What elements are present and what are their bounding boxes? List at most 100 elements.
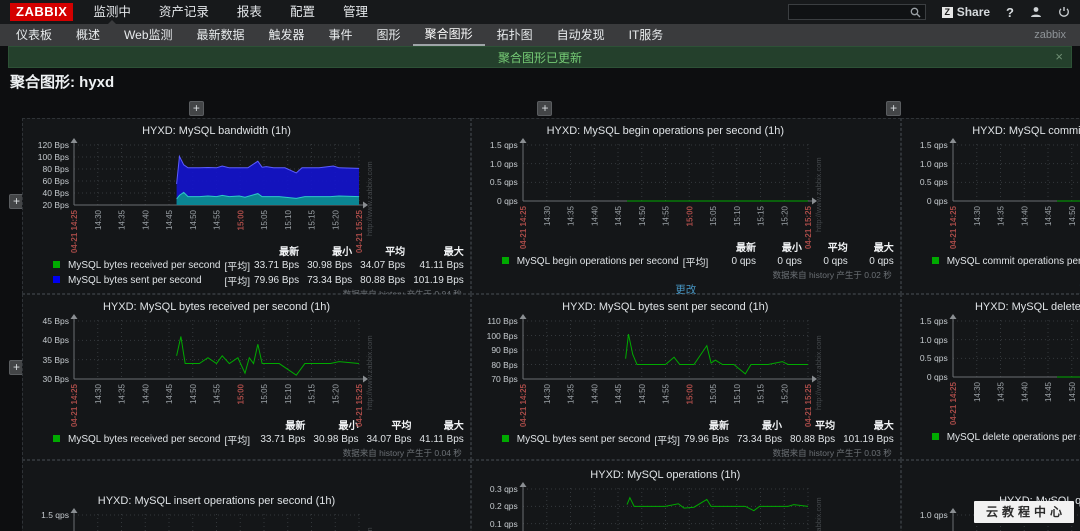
svg-text:14:35: 14:35 <box>996 381 1005 402</box>
menu-item-administration[interactable]: 管理 <box>343 0 368 24</box>
y-axis-label: 0.5 qps <box>919 353 948 364</box>
search-box[interactable] <box>787 4 926 20</box>
svg-text:15:20: 15:20 <box>780 205 789 226</box>
svg-text:14:30: 14:30 <box>543 205 552 226</box>
share-label: Share <box>956 5 991 19</box>
graph-cell-insert-ops: HYXD: MySQL insert operations per second… <box>22 460 471 531</box>
graph-plot[interactable]: 0 qps0.5 qps1.0 qps1.5 qps04-21 14:2514:… <box>472 138 900 249</box>
subnav-overview[interactable]: 概述 <box>64 24 112 46</box>
graph-caption: 数据来自 history 产生于 0.04 秒 <box>342 448 462 458</box>
subnav-web[interactable]: Web监测 <box>112 24 184 46</box>
add-column-button[interactable]: + <box>886 101 902 116</box>
svg-text:14:50: 14:50 <box>1067 381 1076 402</box>
search-icon[interactable] <box>910 7 921 18</box>
y-axis-label: 60 Bps <box>42 176 69 186</box>
graph-title: HYXD: MySQL delete operations per second… <box>974 301 1080 313</box>
svg-text:14:45: 14:45 <box>1044 205 1053 226</box>
svg-text:14:55: 14:55 <box>661 205 670 226</box>
subnav-triggers[interactable]: 触发器 <box>257 24 317 46</box>
graph-cell-begin-ops: HYXD: MySQL begin operations per second … <box>470 118 901 296</box>
logout-icon[interactable] <box>1058 6 1070 18</box>
svg-text:14:30: 14:30 <box>94 383 103 404</box>
menu-item-reports[interactable]: 报表 <box>237 0 262 24</box>
subnav-events[interactable]: 事件 <box>317 24 365 46</box>
menu-item-inventory[interactable]: 资产记录 <box>159 0 209 24</box>
svg-text:04-21 14:25: 04-21 14:25 <box>519 383 528 427</box>
svg-text:14:40: 14:40 <box>590 383 599 404</box>
svg-text:14:45: 14:45 <box>165 209 174 230</box>
y-axis-label: 0 qps <box>497 196 518 206</box>
page-title: 聚合图形: hyxd <box>10 74 115 91</box>
svg-text:15:20: 15:20 <box>780 383 789 404</box>
graph-plot[interactable]: 0 qps0.5 qps1.0 qps1.5 qps04-21 14:2514:… <box>902 314 1080 425</box>
graph-canvas[interactable] <box>519 138 819 205</box>
y-axis-label: 1.0 qps <box>919 158 948 169</box>
svg-text:14:40: 14:40 <box>141 383 150 404</box>
graph-canvas[interactable] <box>949 138 1080 204</box>
add-column-button[interactable]: + <box>188 101 204 116</box>
graph-plot[interactable]: 0 qps0.5 qps1.0 qps1.5 qps04-21 14:2514:… <box>23 508 470 531</box>
y-axis-label: 0.1 qps <box>489 518 518 529</box>
graph-canvas[interactable] <box>519 482 819 531</box>
svg-text:15:05: 15:05 <box>709 205 718 226</box>
search-input[interactable] <box>792 6 910 18</box>
svg-text:14:45: 14:45 <box>614 383 623 404</box>
graph-title: HYXD: MySQL insert operations per second… <box>97 495 336 507</box>
svg-text:15:00: 15:00 <box>685 205 694 226</box>
profile-icon[interactable] <box>1030 6 1042 18</box>
add-column-button[interactable]: + <box>537 101 553 116</box>
graph-plot[interactable]: 0 qps0.5 qps1.0 qps1.5 qps04-21 14:2514:… <box>902 138 1080 249</box>
svg-text:14:30: 14:30 <box>972 381 981 402</box>
graph-plot[interactable]: 70 Bps 80 Bps 90 Bps 100 Bps 110 Bps 04-21 14… <box>472 314 900 427</box>
zabbix-url-watermark: http://www.zabbix.com <box>814 484 823 531</box>
subnav-dashboard[interactable]: 仪表板 <box>4 24 64 46</box>
y-axis-label: 110 Bps <box>487 316 518 326</box>
menu-item-configuration[interactable]: 配置 <box>290 0 315 24</box>
subnav-screens[interactable]: 聚合图形 <box>412 24 485 46</box>
subnav-maps[interactable]: 拓扑图 <box>485 24 545 46</box>
y-axis-label: 0.3 qps <box>489 484 518 494</box>
graph-canvas[interactable] <box>519 314 819 383</box>
notification-text: 聚合图形已更新 <box>497 50 582 65</box>
svg-text:15:05: 15:05 <box>709 383 718 404</box>
subnav-it-services[interactable]: IT服务 <box>617 24 676 46</box>
y-axis-label: 1.5 qps <box>41 510 69 520</box>
graph-plot[interactable]: 0 qps0.1 qps0.2 qps0.3 qps04-21 14:2514:… <box>472 482 900 531</box>
graph-plot[interactable]: 30 Bps 35 Bps 40 Bps 45 Bps 04-21 14:25 14:30… <box>23 314 470 427</box>
close-icon[interactable]: × <box>1055 49 1063 64</box>
graph-canvas[interactable] <box>70 314 370 383</box>
zabbix-url-watermark: http://www.zabbix.com <box>365 335 374 410</box>
zabbix-url-watermark: http://www.zabbix.com <box>813 157 823 232</box>
svg-text:14:55: 14:55 <box>213 209 222 230</box>
help-button[interactable]: ? <box>1006 5 1014 20</box>
graph-plot[interactable]: 20 Bps 40 Bps 60 Bps 80 Bps 100 Bps 120 Bps 04… <box>23 138 470 253</box>
menu-item-monitoring[interactable]: 监测中 <box>93 0 131 24</box>
y-axis-label: 80 Bps <box>491 359 518 370</box>
svg-text:14:55: 14:55 <box>661 383 670 404</box>
svg-text:15:10: 15:10 <box>733 205 742 226</box>
legend-row: MySQL delete operations per second[平均]0 … <box>930 430 1080 445</box>
graph-canvas[interactable] <box>70 508 370 531</box>
top-bar: ZABBIX 监测中 资产记录 报表 配置 管理 Z Share ? <box>0 0 1080 24</box>
subnav-right-label: zabbix <box>1034 29 1066 41</box>
svg-text:15:00: 15:00 <box>236 383 245 404</box>
legend-row: MySQL bytes received per second [平均] 33.71… <box>51 258 470 273</box>
svg-text:14:50: 14:50 <box>638 205 647 226</box>
graph-canvas[interactable] <box>949 314 1080 380</box>
svg-text:14:40: 14:40 <box>141 209 150 230</box>
graph-legend: 最新 最小 平均 最大 MySQL begin operations per secon… <box>500 239 900 269</box>
svg-text:14:50: 14:50 <box>1067 205 1076 226</box>
x-axis-labels: 04-21 14:2514:3014:3514:4014:4514:5014:5… <box>949 205 1077 249</box>
share-button[interactable]: Z Share <box>941 5 991 19</box>
graph-caption: 数据来自 history 产生于 0.02 秒 <box>902 445 1080 455</box>
subnav-discovery[interactable]: 自动发现 <box>545 24 617 46</box>
y-axis-label: 40 Bps <box>42 188 69 198</box>
y-axis-label: 90 Bps <box>491 345 518 355</box>
graph-title: HYXD: MySQL commit operations per second… <box>972 125 1080 137</box>
subnav-graphs[interactable]: 图形 <box>365 24 413 46</box>
graph-caption: 数据来自 history 产生于 0.03 秒 <box>772 448 892 458</box>
subnav-latest-data[interactable]: 最新数据 <box>185 24 257 46</box>
graph-canvas[interactable] <box>70 138 370 209</box>
y-axis-label: 1.0 qps <box>919 510 948 520</box>
zabbix-logo[interactable]: ZABBIX <box>10 3 74 21</box>
